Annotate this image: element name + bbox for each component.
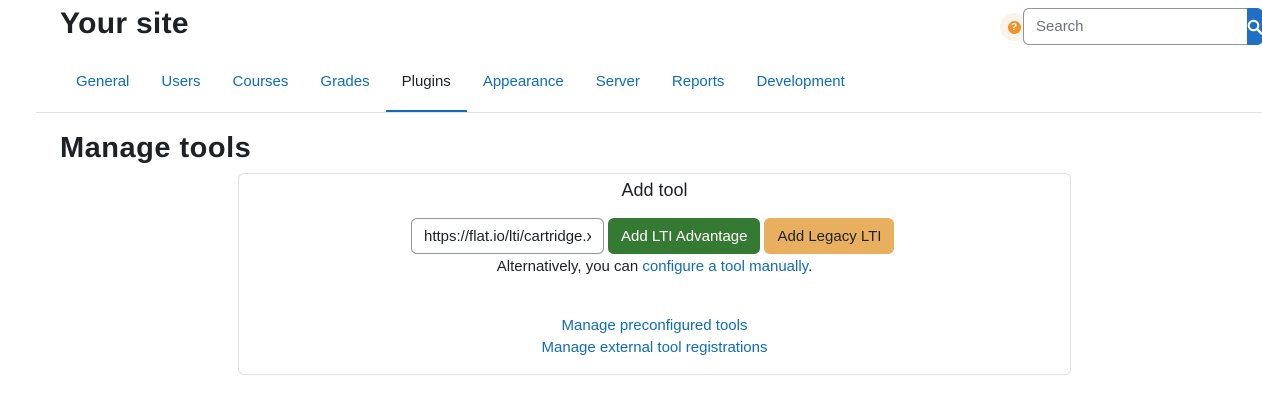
search-button[interactable] — [1247, 8, 1262, 45]
page: Your site ? General Users Courses Grades… — [0, 0, 1262, 412]
tool-url-input[interactable] — [411, 218, 604, 254]
site-title: Your site — [60, 7, 189, 40]
tab-development[interactable]: Development — [740, 54, 860, 112]
search-form — [1023, 8, 1262, 45]
search-icon — [1247, 19, 1262, 35]
alternative-suffix: . — [808, 258, 813, 275]
manage-preconfigured-tools-link[interactable]: Manage preconfigured tools — [562, 315, 748, 337]
tab-users[interactable]: Users — [145, 54, 216, 112]
search-input[interactable] — [1023, 8, 1247, 45]
add-legacy-lti-button[interactable]: Add Legacy LTI — [764, 218, 895, 254]
tab-courses[interactable]: Courses — [217, 54, 305, 112]
tab-grades[interactable]: Grades — [304, 54, 385, 112]
alternative-prefix: Alternatively, you can — [496, 258, 643, 275]
tab-server[interactable]: Server — [580, 54, 656, 112]
tab-reports[interactable]: Reports — [656, 54, 741, 112]
page-heading: Manage tools — [60, 132, 252, 164]
alternative-text: Alternatively, you can configure a tool … — [239, 257, 1070, 277]
help-icon-glyph: ? — [1007, 20, 1021, 34]
add-tool-title: Add tool — [621, 180, 688, 200]
add-tool-row: Add LTI Advantage Add Legacy LTI — [411, 218, 895, 254]
nav-divider — [36, 112, 1262, 113]
manage-links: Manage preconfigured tools Manage extern… — [239, 315, 1070, 359]
manage-external-tool-registrations-link[interactable]: Manage external tool registrations — [542, 337, 768, 359]
tab-plugins[interactable]: Plugins — [385, 54, 468, 113]
tab-general[interactable]: General — [60, 54, 145, 112]
tab-appearance[interactable]: Appearance — [467, 54, 580, 112]
admin-nav-tabs: General Users Courses Grades Plugins App… — [60, 54, 861, 113]
add-tool-card: Add tool Add LTI Advantage Add Legacy LT… — [238, 173, 1071, 375]
configure-tool-manually-link[interactable]: configure a tool manually — [642, 258, 808, 275]
add-lti-advantage-button[interactable]: Add LTI Advantage — [608, 218, 761, 254]
